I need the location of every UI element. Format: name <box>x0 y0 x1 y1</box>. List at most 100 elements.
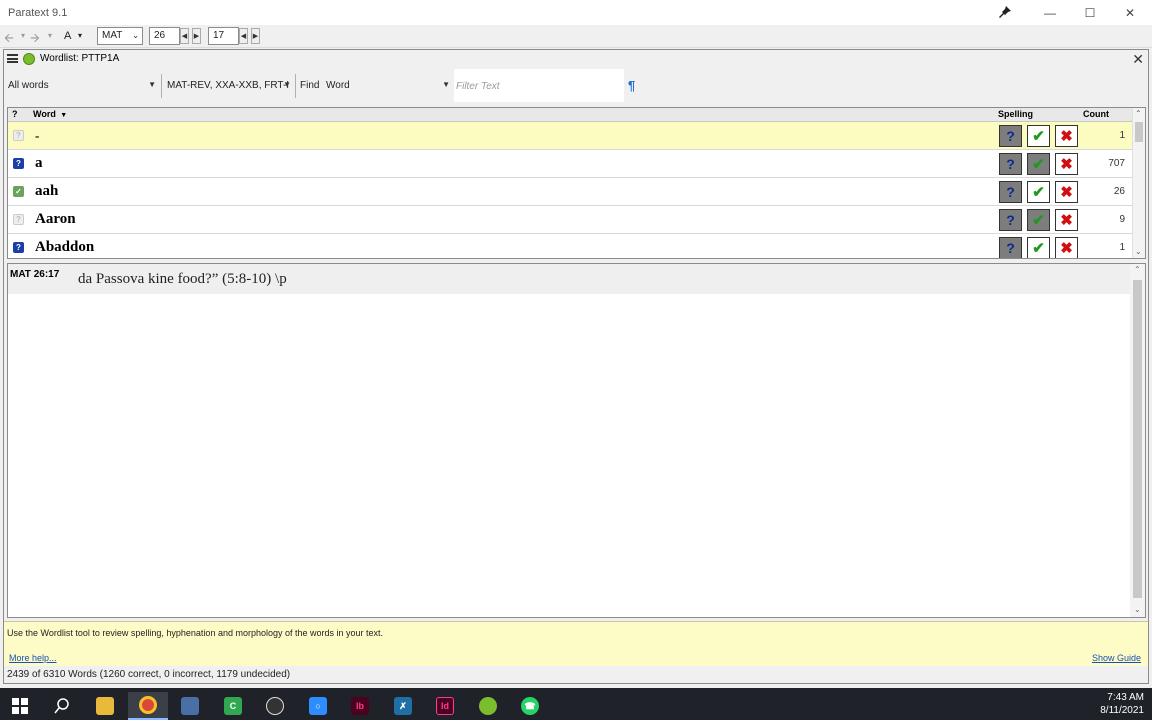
spelling-unknown-button[interactable]: ? <box>999 125 1022 147</box>
verse-next-button[interactable]: ▶ <box>251 28 260 44</box>
verse-prev-button[interactable]: ◀ <box>239 28 248 44</box>
indesign-icon[interactable]: Id <box>425 692 465 720</box>
spelling-incorrect-button[interactable]: ✖ <box>1055 125 1078 147</box>
spelling-incorrect-button[interactable]: ✖ <box>1055 181 1078 203</box>
chapter-prev-button[interactable]: ◀ <box>180 28 189 44</box>
spelling-incorrect-button[interactable]: ✖ <box>1055 153 1078 175</box>
paratext-x-icon[interactable]: ✗ <box>383 692 423 720</box>
paratext-icon[interactable] <box>468 692 508 720</box>
spelling-correct-button[interactable]: ✔ <box>1027 209 1050 231</box>
show-guide-link[interactable]: Show Guide <box>1092 653 1141 663</box>
file-explorer-icon[interactable] <box>85 692 125 720</box>
app-icon[interactable] <box>170 692 210 720</box>
more-help-link[interactable]: More help... <box>9 653 57 663</box>
status-unknown-icon: ? <box>13 214 24 225</box>
camtasia-icon[interactable]: C <box>213 692 253 720</box>
words-filter-select[interactable]: All words ▼ <box>8 76 158 96</box>
maximize-button[interactable]: ☐ <box>1070 0 1110 25</box>
word-cell: Abaddon <box>35 239 95 255</box>
list-scrollbar[interactable]: ⌃ ⌄ <box>1132 108 1145 258</box>
pin-icon[interactable] <box>997 5 1013 19</box>
chapter-next-button[interactable]: ▶ <box>192 28 201 44</box>
spelling-correct-button[interactable]: ✔ <box>1027 125 1050 147</box>
find-field-value: Word <box>326 80 350 91</box>
verse-reference: MAT 26:17 <box>10 269 60 280</box>
table-row[interactable]: ? a ? ✔ ✖ 707 <box>8 150 1133 178</box>
close-pane-icon[interactable]: ✕ <box>1132 51 1144 68</box>
pilcrow-icon[interactable]: ¶ <box>628 78 635 93</box>
chrome-icon[interactable] <box>128 692 168 720</box>
scroll-thumb[interactable] <box>1133 280 1142 598</box>
books-filter-value: MAT-REV, XXA-XXB, FRT-I <box>167 80 290 91</box>
count-cell: 26 <box>1113 186 1125 197</box>
books-filter-select[interactable]: MAT-REV, XXA-XXB, FRT-I ▼ <box>167 76 293 96</box>
book-select[interactable]: MAT ⌄ <box>97 27 143 45</box>
spelling-correct-button[interactable]: ✔ <box>1027 181 1050 203</box>
search-icon[interactable] <box>42 692 82 720</box>
forward-arrow-icon[interactable]: 🡪 <box>30 29 40 50</box>
spelling-correct-button[interactable]: ✔ <box>1027 153 1050 175</box>
word-cell: - <box>35 128 40 143</box>
spelling-unknown-button[interactable]: ? <box>999 237 1022 258</box>
scroll-down-icon[interactable]: ⌄ <box>1134 605 1141 614</box>
close-window-button[interactable]: ✕ <box>1110 0 1150 25</box>
status-column-header[interactable]: ? <box>12 109 18 119</box>
indesign-alt-icon[interactable]: Ib <box>340 692 380 720</box>
word-count-status: 2439 of 6310 Words (1260 correct, 0 inco… <box>7 669 291 680</box>
table-row[interactable]: ? Aaron ? ✔ ✖ 9 <box>8 206 1133 234</box>
spelling-correct-button[interactable]: ✔ <box>1027 237 1050 258</box>
count-column-header[interactable]: Count <box>1083 109 1109 119</box>
spelling-column-header[interactable]: Spelling <box>998 109 1033 119</box>
obs-icon[interactable] <box>255 692 295 720</box>
scroll-up-icon[interactable]: ⌃ <box>1135 109 1142 118</box>
spelling-incorrect-button[interactable]: ✖ <box>1055 209 1078 231</box>
zoom-icon[interactable]: ○ <box>298 692 338 720</box>
find-label: Find <box>300 80 320 91</box>
verse-input[interactable]: 17 <box>208 27 239 45</box>
words-filter-value: All words <box>8 80 49 91</box>
forward-dropdown-icon[interactable]: ▾ <box>48 31 52 40</box>
scroll-down-icon[interactable]: ⌄ <box>1135 247 1142 256</box>
table-row[interactable]: ? Abaddon ? ✔ ✖ 1 <box>8 234 1133 258</box>
status-question-icon: ? <box>13 242 24 253</box>
clock-time: 7:43 AM <box>1107 692 1144 703</box>
clock-date: 8/11/2021 <box>1100 705 1144 716</box>
windows-start-icon[interactable] <box>0 692 40 720</box>
font-size-button[interactable]: A <box>64 30 71 42</box>
reference-row[interactable]: MAT 26:17 da Passova kine food?” (5:8-10… <box>8 264 1130 294</box>
dropdown-arrow-icon: ▼ <box>283 80 291 89</box>
whatsapp-icon[interactable]: ☎ <box>510 692 550 720</box>
status-approved-icon: ✓ <box>13 186 24 197</box>
spelling-unknown-button[interactable]: ? <box>999 209 1022 231</box>
word-column-header[interactable]: Word ▼ <box>33 109 67 119</box>
table-row[interactable]: ? - ? ✔ ✖ 1 <box>8 122 1133 150</box>
navigation-toolbar: 🡨 ▾ 🡪 ▾ A ▾ MAT ⌄ 26 ◀ ▶ 17 ◀ ▶ <box>0 25 1152 48</box>
guide-panel: Use the Wordlist tool to review spelling… <box>4 621 1148 666</box>
list-header: ? Word ▼ Spelling Count <box>8 108 1133 122</box>
taskbar-clock[interactable]: 7:43 AM 8/11/2021 <box>1100 691 1144 717</box>
find-field-select[interactable]: Word ▼ <box>326 76 452 96</box>
wordlist-pane: Wordlist: PTTP1A ✕ All words ▼ MAT-REV, … <box>3 49 1149 684</box>
scroll-up-icon[interactable]: ⌃ <box>1134 265 1141 274</box>
back-dropdown-icon[interactable]: ▾ <box>21 31 25 40</box>
minimize-button[interactable]: — <box>1030 0 1070 25</box>
spelling-incorrect-button[interactable]: ✖ <box>1055 237 1078 258</box>
word-list: ? Word ▼ Spelling Count ? - ? ✔ ✖ 1 ? a … <box>7 107 1146 259</box>
paratext-window: Paratext 9.1 — ☐ ✕ 🡨 ▾ 🡪 ▾ A ▾ MAT ⌄ 26 … <box>0 0 1152 688</box>
menu-icon[interactable] <box>7 54 18 63</box>
filter-text-input[interactable]: Filter Text <box>454 69 624 102</box>
chevron-down-icon: ⌄ <box>132 31 139 40</box>
title-bar: Paratext 9.1 — ☐ ✕ <box>0 0 1152 25</box>
font-dropdown-icon[interactable]: ▾ <box>78 31 82 40</box>
word-cell: a <box>35 155 43 171</box>
filter-toolbar: All words ▼ MAT-REV, XXA-XXB, FRT-I ▼ Fi… <box>4 69 1148 105</box>
reference-scrollbar[interactable]: ⌃ ⌄ <box>1130 264 1145 617</box>
chapter-input[interactable]: 26 <box>149 27 180 45</box>
verse-text: da Passova kine food?” (5:8-10) \p <box>78 271 287 287</box>
back-arrow-icon[interactable]: 🡨 <box>4 29 14 50</box>
scroll-thumb[interactable] <box>1135 122 1143 142</box>
separator <box>161 74 162 98</box>
table-row[interactable]: ✓ aah ? ✔ ✖ 26 <box>8 178 1133 206</box>
spelling-unknown-button[interactable]: ? <box>999 181 1022 203</box>
spelling-unknown-button[interactable]: ? <box>999 153 1022 175</box>
